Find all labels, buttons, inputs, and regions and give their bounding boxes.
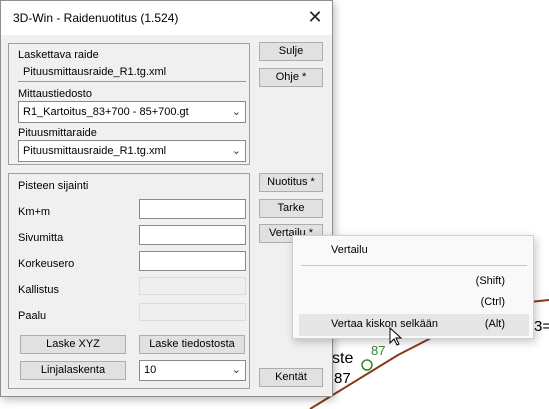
drawing-label-3eq: 3= <box>534 318 549 335</box>
km-input[interactable] <box>139 199 246 219</box>
menu-item-vertaa-kiskon[interactable]: Vertaa kiskon selkään (Alt) <box>299 314 529 336</box>
paalu-input <box>139 303 246 321</box>
pituus-select[interactable]: Pituusmittausraide_R1.tg.xml ⌄ <box>18 140 246 162</box>
sivumitta-label: Sivumitta <box>18 232 64 244</box>
drawing-label-87: 87 <box>334 370 351 387</box>
title-bar: 3D-Win - Raidenuotitus (1.524) ✕ <box>1 1 332 35</box>
laske-tiedostosta-button[interactable]: Laske tiedostosta <box>139 335 245 354</box>
menu-item-vertailu-label: Vertailu <box>331 244 368 256</box>
menu-item-ctrl-key: (Ctrl) <box>480 296 505 308</box>
kallistus-input <box>139 277 246 295</box>
ohje-button[interactable]: Ohje * <box>259 68 323 87</box>
sivumitta-input[interactable] <box>139 225 246 245</box>
korkeusero-label: Korkeusero <box>18 258 75 270</box>
sulje-button[interactable]: Sulje <box>259 42 323 61</box>
drawing-label-ste: ste <box>332 350 354 367</box>
laskettava-label: Laskettava raide <box>18 49 99 61</box>
linjalaskenta-button[interactable]: Linjalaskenta <box>20 361 126 380</box>
chevron-down-icon: ⌄ <box>231 106 241 118</box>
mittaus-label: Mittaustiedosto <box>18 88 92 100</box>
km-label: Km+m <box>18 206 51 218</box>
korkeusero-input[interactable] <box>139 251 246 271</box>
mittaus-select-value: R1_Kartoitus_83+700 - 85+700.gt <box>23 106 189 118</box>
point-marker <box>361 359 373 371</box>
menu-separator <box>301 265 527 266</box>
chevron-down-icon: ⌄ <box>231 145 241 157</box>
laskettava-value: Pituusmittausraide_R1.tg.xml <box>18 64 246 82</box>
mittaus-select[interactable]: R1_Kartoitus_83+700 - 85+700.gt ⌄ <box>18 101 246 123</box>
track-group: Laskettava raide Pituusmittausraide_R1.t… <box>8 43 250 165</box>
paalu-label: Paalu <box>18 310 47 322</box>
window-title: 3D-Win - Raidenuotitus (1.524) <box>13 11 179 25</box>
linja-select-value: 10 <box>144 364 157 376</box>
tarke-button[interactable]: Tarke <box>259 199 323 218</box>
linja-select[interactable]: 10 ⌄ <box>139 360 246 381</box>
raidenuotitus-dialog: 3D-Win - Raidenuotitus (1.524) ✕ Laskett… <box>0 0 333 397</box>
vertailu-context-menu: Vertailu (Shift) (Ctrl) Vertaa kiskon se… <box>292 235 534 339</box>
pituus-select-value: Pituusmittausraide_R1.tg.xml <box>23 145 167 157</box>
nuotitus-button[interactable]: Nuotitus * <box>259 173 323 192</box>
point-group: Pisteen sijainti Km+m Sivumitta Korkeuse… <box>8 173 250 389</box>
kallistus-label: Kallistus <box>18 284 59 296</box>
menu-item-vertaa-kiskon-key: (Alt) <box>484 318 505 330</box>
chevron-down-icon: ⌄ <box>231 364 241 376</box>
pituus-label: Pituusmittaraide <box>18 127 97 139</box>
mouse-cursor-icon <box>389 327 403 346</box>
kentat-button[interactable]: Kentät <box>259 368 323 387</box>
menu-item-vertaa-kiskon-label: Vertaa kiskon selkään <box>331 318 439 330</box>
menu-item-ctrl[interactable]: (Ctrl) <box>299 292 529 314</box>
menu-item-shift-key: (Shift) <box>475 275 505 287</box>
menu-item-shift[interactable]: (Shift) <box>299 271 529 293</box>
point-group-title: Pisteen sijainti <box>18 180 89 192</box>
drawing-label-87-green: 87 <box>371 343 386 358</box>
laske-xyz-button[interactable]: Laske XYZ <box>20 335 126 354</box>
close-icon[interactable]: ✕ <box>298 1 332 35</box>
menu-item-vertailu[interactable]: Vertailu <box>299 240 529 262</box>
